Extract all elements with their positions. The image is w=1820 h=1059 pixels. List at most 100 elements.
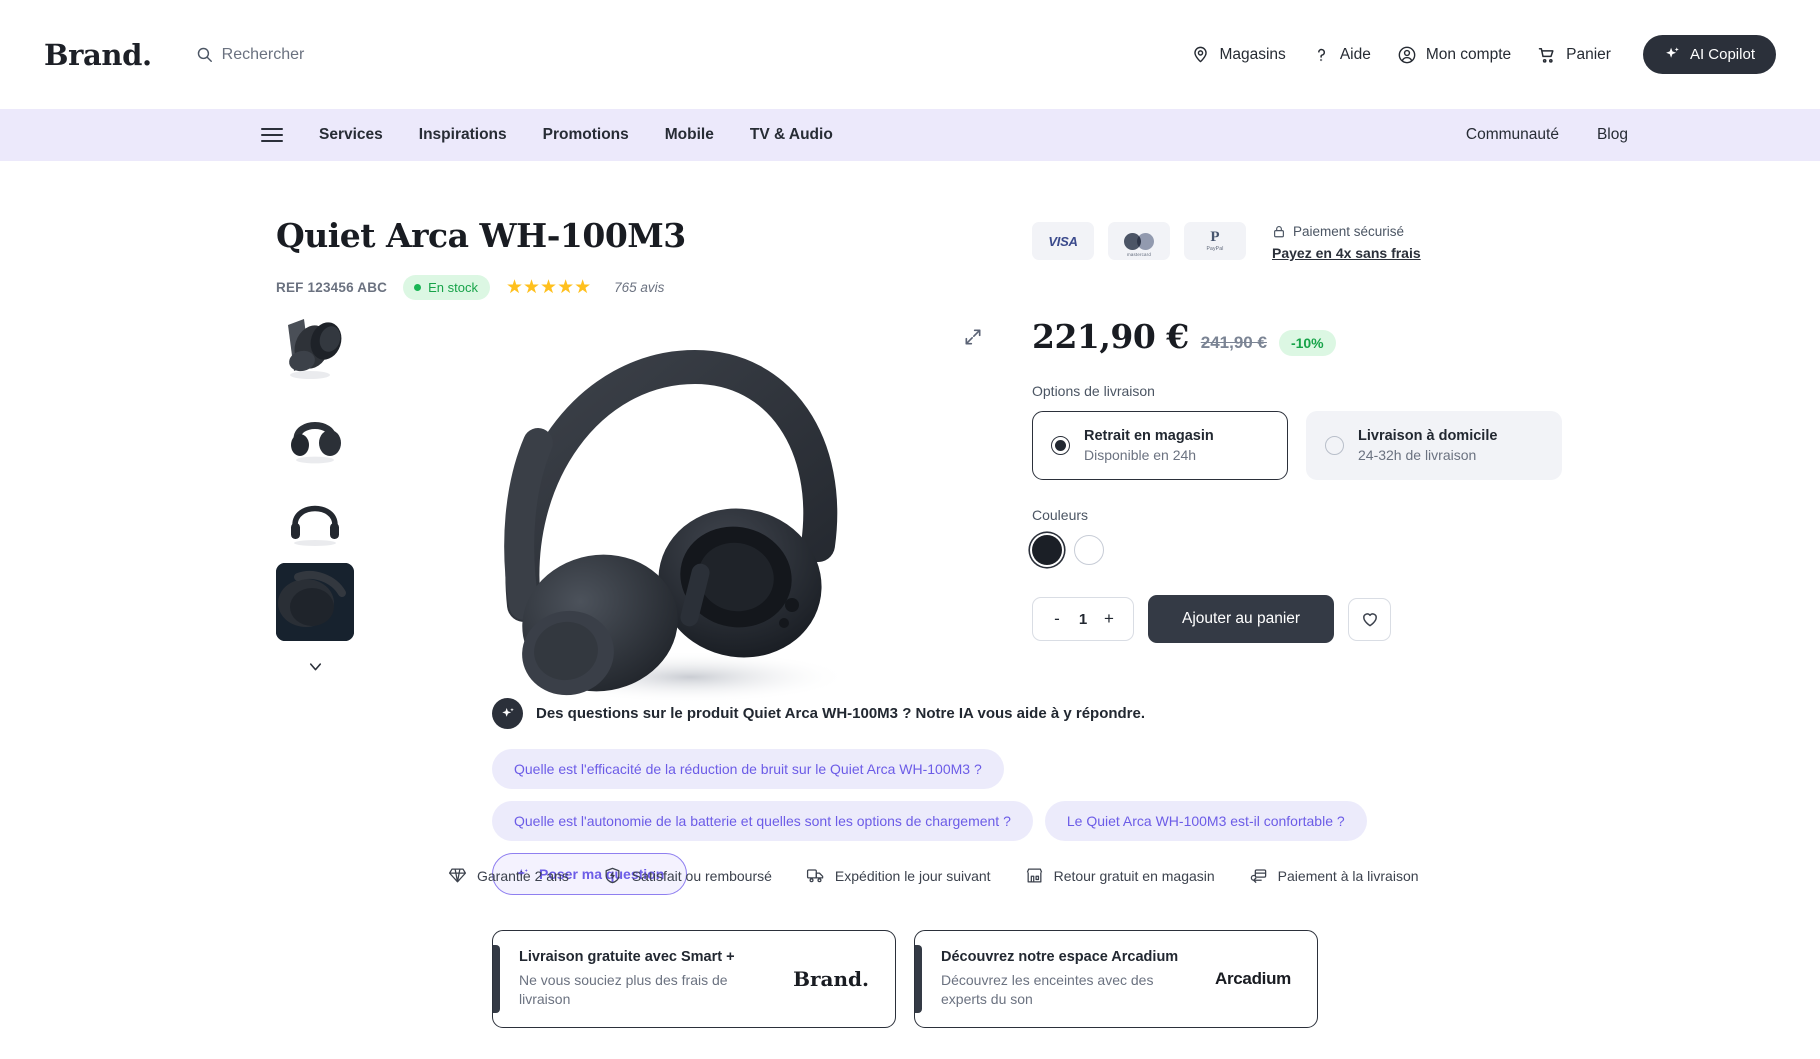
shopping-cart-icon bbox=[1537, 45, 1557, 65]
quantity-increase-button[interactable]: + bbox=[1103, 609, 1115, 629]
money-back-icon bbox=[603, 866, 622, 885]
nav-item-mobile[interactable]: Mobile bbox=[665, 126, 714, 144]
quantity-stepper[interactable]: - 1 + bbox=[1032, 597, 1134, 641]
top-header: Brand. Rechercher Magasins Aide Mon comp… bbox=[0, 0, 1820, 109]
thumbnail-1-angled-closeup[interactable] bbox=[276, 311, 354, 389]
sparkle-icon bbox=[1664, 46, 1681, 63]
purchase-panel: VISA mastercard P PayPal Paiement sécuri… bbox=[1032, 222, 1562, 643]
chevron-down-icon bbox=[306, 657, 325, 676]
promo-banner-smart-plus[interactable]: Livraison gratuite avec Smart + Ne vous … bbox=[492, 930, 896, 1028]
benefit-refund: Satisfait ou remboursé bbox=[603, 866, 772, 885]
expand-image-button[interactable] bbox=[963, 327, 983, 347]
discount-badge: -10% bbox=[1278, 330, 1336, 356]
delivery-option-home-title: Livraison à domicile bbox=[1358, 428, 1498, 444]
color-swatch-black[interactable] bbox=[1032, 535, 1062, 565]
current-price: 221,90 € bbox=[1032, 317, 1189, 356]
nav-item-promotions[interactable]: Promotions bbox=[543, 126, 629, 144]
location-pin-icon bbox=[1191, 45, 1210, 64]
ai-suggestion-3[interactable]: Le Quiet Arca WH-100M3 est-il confortabl… bbox=[1044, 801, 1367, 841]
radio-pickup[interactable] bbox=[1051, 436, 1070, 455]
user-circle-icon bbox=[1397, 45, 1417, 65]
promo-banner-arcadium[interactable]: Découvrez notre espace Arcadium Découvre… bbox=[914, 930, 1318, 1028]
delivery-option-pickup[interactable]: Retrait en magasin Disponible en 24h bbox=[1032, 411, 1288, 480]
hamburger-menu-icon[interactable] bbox=[261, 128, 283, 142]
diamond-icon bbox=[448, 866, 467, 885]
secure-payment-block: Paiement sécurisé Payez en 4x sans frais bbox=[1272, 222, 1421, 261]
ai-suggestion-2[interactable]: Quelle est l'autonomie de la batterie et… bbox=[492, 801, 1033, 841]
benefit-warranty: Garantie 2 ans bbox=[448, 866, 569, 885]
ai-assistant-prompt: Des questions sur le produit Quiet Arca … bbox=[536, 705, 1145, 722]
secure-payment-row: Paiement sécurisé bbox=[1272, 224, 1421, 239]
delivery-truck-icon bbox=[806, 866, 825, 885]
visa-logo-icon: VISA bbox=[1032, 222, 1094, 260]
promo-banners: Livraison gratuite avec Smart + Ne vous … bbox=[492, 930, 1318, 1028]
ai-sparkle-badge-icon bbox=[492, 698, 523, 729]
ai-suggestion-1[interactable]: Quelle est l'efficacité de la réduction … bbox=[492, 749, 1004, 789]
color-swatch-white[interactable] bbox=[1074, 535, 1104, 565]
benefit-warranty-label: Garantie 2 ans bbox=[477, 867, 569, 884]
thumbnail-3-front-wide[interactable] bbox=[276, 479, 354, 557]
color-swatches bbox=[1032, 535, 1562, 565]
original-price: 241,90 € bbox=[1200, 333, 1267, 352]
banner-accent-bar bbox=[915, 945, 922, 1013]
banner-brand-logo: Brand. bbox=[793, 967, 869, 991]
heart-icon bbox=[1360, 609, 1380, 629]
search-input[interactable]: Rechercher bbox=[196, 45, 305, 64]
quantity-value: 1 bbox=[1078, 610, 1088, 628]
ai-prompt-prefix: Des questions sur le produit bbox=[536, 705, 743, 722]
util-aide-label: Aide bbox=[1339, 45, 1371, 63]
status-badge-label: En stock bbox=[428, 280, 478, 295]
review-count[interactable]: 765 avis bbox=[614, 280, 664, 295]
banner-arcadium-title: Découvrez notre espace Arcadium bbox=[941, 949, 1179, 966]
delivery-option-home[interactable]: Livraison à domicile 24-32h de livraison bbox=[1306, 411, 1562, 480]
ai-copilot-button[interactable]: AI Copilot bbox=[1642, 35, 1776, 74]
util-magasins[interactable]: Magasins bbox=[1191, 45, 1286, 64]
util-aide[interactable]: Aide bbox=[1312, 45, 1371, 64]
banner-smart-sub: Ne vous souciez plus des frais de livrai… bbox=[519, 972, 728, 1007]
util-mon-compte-label: Mon compte bbox=[1425, 45, 1512, 63]
visa-label: VISA bbox=[1048, 233, 1078, 249]
banner-arcadium-sub: Découvrez les enceintes avec des experts… bbox=[941, 972, 1154, 1007]
gallery-next-button[interactable] bbox=[276, 647, 354, 676]
rating-stars: ★★★★★ bbox=[505, 277, 592, 298]
radio-home[interactable] bbox=[1325, 436, 1344, 455]
nav-item-inspirations[interactable]: Inspirations bbox=[419, 126, 507, 144]
nav-item-blog[interactable]: Blog bbox=[1597, 126, 1628, 144]
thumbnail-4-dark-detail[interactable] bbox=[276, 563, 354, 641]
question-mark-icon bbox=[1312, 45, 1331, 64]
wishlist-button[interactable] bbox=[1348, 597, 1392, 641]
banner-arcadium-logo: Arcadium bbox=[1214, 969, 1291, 988]
nav-item-tv-audio[interactable]: TV & Audio bbox=[750, 126, 833, 144]
delivery-section-label: Options de livraison bbox=[1032, 383, 1155, 399]
ai-copilot-label: AI Copilot bbox=[1689, 46, 1755, 63]
card-payment-icon bbox=[1249, 866, 1268, 885]
product-main-image[interactable] bbox=[400, 300, 1040, 730]
quantity-decrease-button[interactable]: - bbox=[1051, 609, 1063, 629]
main-navigation: Services Inspirations Promotions Mobile … bbox=[0, 109, 1820, 161]
util-panier[interactable]: Panier bbox=[1537, 45, 1611, 65]
installment-link[interactable]: Payez en 4x sans frais bbox=[1272, 245, 1421, 261]
search-placeholder: Rechercher bbox=[221, 45, 305, 63]
banner-smart-title: Livraison gratuite avec Smart + bbox=[519, 949, 735, 966]
nav-item-services[interactable]: Services bbox=[319, 126, 383, 144]
colors-section-label: Couleurs bbox=[1032, 507, 1089, 523]
util-panier-label: Panier bbox=[1566, 45, 1611, 63]
paypal-glyph: P bbox=[1210, 229, 1220, 245]
nav-links-secondary: Communauté Blog bbox=[1466, 126, 1628, 144]
util-mon-compte[interactable]: Mon compte bbox=[1397, 45, 1511, 65]
benefit-cod-label: Paiement à la livraison bbox=[1277, 867, 1419, 884]
product-page: Brand. Rechercher Magasins Aide Mon comp… bbox=[0, 0, 1820, 1059]
thumbnail-2-front[interactable] bbox=[276, 395, 354, 473]
add-to-cart-button[interactable]: Ajouter au panier bbox=[1148, 595, 1335, 643]
header-utilities: Magasins Aide Mon compte Panier AI Copil… bbox=[1191, 35, 1776, 74]
mastercard-logo-icon: mastercard bbox=[1108, 222, 1170, 260]
banner-text-block: Découvrez notre espace Arcadium Découvre… bbox=[941, 949, 1215, 1009]
brand-logo[interactable]: Brand. bbox=[44, 38, 152, 72]
search-icon bbox=[196, 46, 213, 63]
banner-text-block: Livraison gratuite avec Smart + Ne vous … bbox=[519, 949, 793, 1009]
nav-item-communaute[interactable]: Communauté bbox=[1466, 126, 1559, 144]
lock-icon bbox=[1272, 224, 1286, 239]
delivery-option-pickup-title: Retrait en magasin bbox=[1084, 428, 1214, 444]
benefits-row: Garantie 2 ans Satisfait ou remboursé Ex… bbox=[448, 866, 1419, 885]
expand-arrows-icon bbox=[963, 327, 983, 347]
